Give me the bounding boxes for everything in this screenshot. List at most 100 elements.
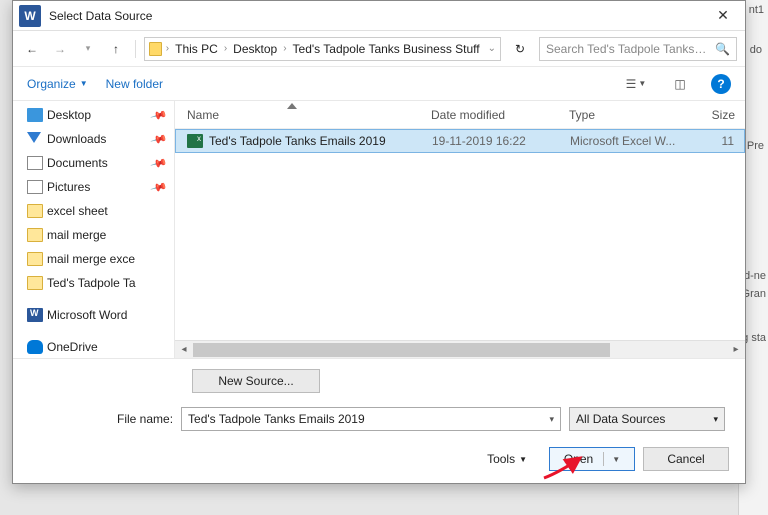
excel-file-icon: [187, 134, 203, 148]
close-button[interactable]: ✕: [701, 1, 745, 31]
tools-menu[interactable]: Tools ▼: [487, 452, 527, 466]
sidebar-item[interactable]: Desktop 📌: [13, 103, 174, 127]
search-placeholder: Search Ted's Tadpole Tanks Bu...: [546, 42, 709, 56]
col-type[interactable]: Type: [569, 108, 681, 122]
sidebar-item[interactable]: Ted's Tadpole Ta: [13, 271, 174, 295]
filename-label: File name:: [117, 412, 173, 426]
sidebar-item[interactable]: Pictures 📌: [13, 175, 174, 199]
sidebar-icon: [27, 252, 43, 266]
chevron-right-icon[interactable]: ›: [166, 43, 169, 54]
scroll-thumb[interactable]: [193, 343, 610, 357]
filename-input[interactable]: Ted's Tadpole Tanks Emails 2019 ▾: [181, 407, 561, 431]
sidebar-icon: [27, 204, 43, 218]
breadcrumb-seg[interactable]: Desktop: [229, 42, 281, 56]
file-list[interactable]: Ted's Tadpole Tanks Emails 201919-11-201…: [175, 129, 745, 340]
dialog-title: Select Data Source: [49, 9, 701, 23]
scroll-right-icon[interactable]: ▸: [727, 344, 745, 355]
sidebar-label: Ted's Tadpole Ta: [47, 276, 136, 290]
pin-icon: 📌: [150, 130, 168, 148]
dialog-body: Desktop 📌 Downloads 📌 Documents 📌 Pictures 📌 exc…: [13, 101, 745, 358]
sidebar-label: Microsoft Word: [47, 308, 127, 322]
sidebar-item[interactable]: excel sheet: [13, 199, 174, 223]
sidebar-label: Pictures: [47, 180, 90, 194]
file-type-filter[interactable]: All Data Sources ▾: [569, 407, 725, 431]
organize-menu[interactable]: Organize ▼: [27, 77, 88, 91]
chevron-down-icon[interactable]: ▼: [612, 455, 620, 464]
pin-icon: 📌: [150, 154, 168, 172]
sidebar-item[interactable]: Documents 📌: [13, 151, 174, 175]
file-size: 11: [682, 134, 744, 148]
chevron-down-icon[interactable]: ▾: [550, 414, 555, 425]
new-source-button[interactable]: New Source...: [192, 369, 320, 393]
toolbar: Organize ▼ New folder ☰▼ ◫ ?: [13, 67, 745, 101]
column-headers: Name Date modified Type Size: [175, 101, 745, 129]
chevron-down-icon: ▼: [80, 79, 88, 88]
pin-icon: 📌: [150, 106, 168, 124]
chevron-down-icon[interactable]: ▾: [714, 414, 719, 425]
up-button[interactable]: ↑: [105, 38, 127, 60]
col-date[interactable]: Date modified: [431, 108, 569, 122]
file-row[interactable]: Ted's Tadpole Tanks Emails 201919-11-201…: [175, 129, 745, 153]
sidebar-label: Documents: [47, 156, 108, 170]
sidebar-icon: [27, 108, 43, 122]
forward-button[interactable]: →: [49, 38, 71, 60]
col-name[interactable]: Name: [187, 108, 431, 122]
recent-dropdown[interactable]: ▾: [77, 38, 99, 60]
sidebar-item[interactable]: mail merge: [13, 223, 174, 247]
preview-pane-button[interactable]: ◫: [667, 73, 693, 95]
file-pane: Name Date modified Type Size Ted's Tadpo…: [175, 101, 745, 358]
folder-icon: [149, 42, 162, 56]
refresh-button[interactable]: ↻: [507, 37, 533, 61]
sidebar-item[interactable]: mail merge exce: [13, 247, 174, 271]
scroll-left-icon[interactable]: ◂: [175, 344, 193, 355]
select-data-source-dialog: W Select Data Source ✕ ← → ▾ ↑ › This PC…: [12, 0, 746, 484]
sidebar-label: Desktop: [47, 108, 91, 122]
sidebar-label: OneDrive: [47, 340, 98, 354]
new-folder-button[interactable]: New folder: [106, 77, 163, 91]
chevron-down-icon[interactable]: ⌄: [488, 43, 496, 54]
open-button[interactable]: Open ▼: [549, 447, 635, 471]
back-button[interactable]: ←: [21, 38, 43, 60]
sidebar-icon: [27, 340, 43, 354]
chevron-down-icon: ▼: [519, 455, 527, 464]
word-app-icon: W: [19, 5, 41, 27]
help-button[interactable]: ?: [711, 74, 731, 94]
sidebar-label: mail merge: [47, 228, 106, 242]
sidebar-icon: [27, 308, 43, 322]
sidebar-label: Downloads: [47, 132, 106, 146]
search-input[interactable]: Search Ted's Tadpole Tanks Bu... 🔍: [539, 37, 737, 61]
breadcrumb-seg[interactable]: This PC: [171, 42, 222, 56]
sidebar-label: mail merge exce: [47, 252, 135, 266]
titlebar: W Select Data Source ✕: [13, 1, 745, 31]
cancel-button[interactable]: Cancel: [643, 447, 729, 471]
nav-sidebar: Desktop 📌 Downloads 📌 Documents 📌 Pictures 📌 exc…: [13, 101, 175, 358]
sidebar-item[interactable]: Microsoft Word: [13, 303, 174, 327]
nav-bar: ← → ▾ ↑ › This PC › Desktop › Ted's Tadp…: [13, 31, 745, 67]
sidebar-label: excel sheet: [47, 204, 108, 218]
breadcrumb[interactable]: › This PC › Desktop › Ted's Tadpole Tank…: [144, 37, 501, 61]
file-type: Microsoft Excel W...: [570, 134, 682, 148]
filename-row: File name: Ted's Tadpole Tanks Emails 20…: [117, 407, 731, 431]
sidebar-icon: [27, 156, 43, 170]
scroll-track[interactable]: [193, 343, 727, 357]
separator: [135, 40, 136, 58]
sidebar-icon: [27, 228, 43, 242]
sort-indicator-icon: [287, 103, 297, 109]
sidebar-item[interactable]: OneDrive: [13, 335, 174, 358]
search-icon: 🔍: [715, 42, 730, 56]
file-name: Ted's Tadpole Tanks Emails 2019: [209, 134, 432, 148]
col-size[interactable]: Size: [681, 108, 745, 122]
button-row: Tools ▼ Open ▼ Cancel: [27, 447, 729, 471]
file-date: 19-11-2019 16:22: [432, 134, 570, 148]
chevron-right-icon[interactable]: ›: [224, 43, 227, 54]
bottom-panel: New Source... File name: Ted's Tadpole T…: [13, 358, 745, 483]
sidebar-item[interactable]: Downloads 📌: [13, 127, 174, 151]
h-scrollbar[interactable]: ◂ ▸: [175, 340, 745, 358]
sidebar-icon: [27, 276, 43, 290]
sidebar-icon: [27, 132, 41, 143]
sidebar-icon: [27, 180, 43, 194]
breadcrumb-seg[interactable]: Ted's Tadpole Tanks Business Stuff: [289, 42, 484, 56]
view-options-button[interactable]: ☰▼: [623, 73, 649, 95]
pin-icon: 📌: [150, 178, 168, 196]
chevron-right-icon[interactable]: ›: [283, 43, 286, 54]
